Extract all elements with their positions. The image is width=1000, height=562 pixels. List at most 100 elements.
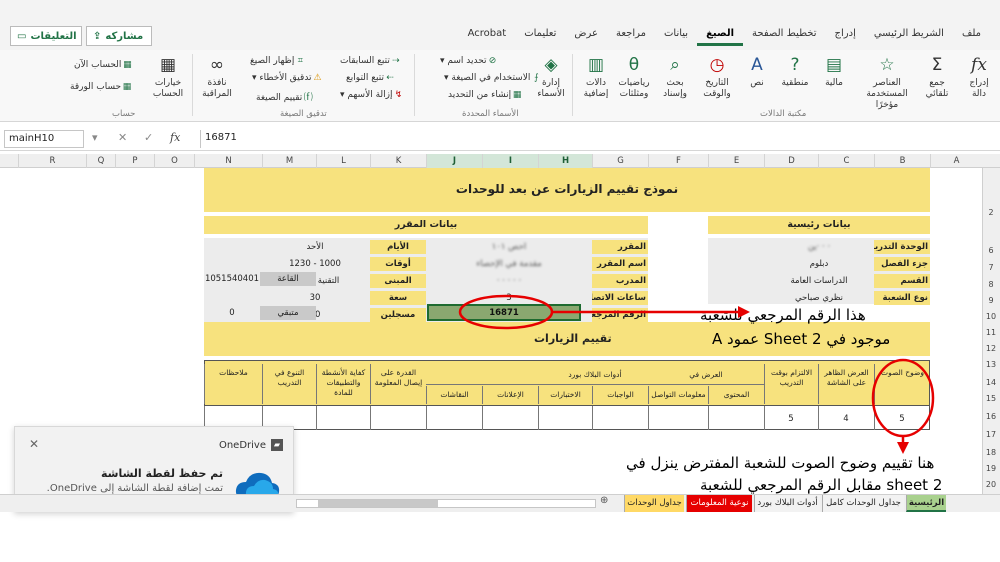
column-header-o[interactable]: O bbox=[154, 154, 194, 168]
row-header[interactable]: 9 bbox=[982, 296, 1000, 305]
schedule-value[interactable]: الأحد bbox=[262, 240, 368, 254]
row-header[interactable]: 16 bbox=[982, 412, 1000, 421]
add-sheet-icon[interactable]: ⊕ bbox=[600, 495, 608, 506]
row-header[interactable]: 11 bbox=[982, 328, 1000, 337]
column-header-a[interactable]: A bbox=[930, 154, 982, 168]
namebox-dropdown-icon[interactable]: ▾ bbox=[92, 131, 98, 144]
course-value[interactable]: 3 bbox=[426, 291, 592, 305]
sheet-tab[interactable]: أدوات البلاك بورد bbox=[754, 495, 820, 512]
eval-score[interactable]: 4 bbox=[818, 412, 874, 426]
sheet-tab[interactable]: نوعية المعلومات bbox=[686, 495, 752, 512]
evaluate-formula-button[interactable]: ⒡تقييم الصيغة bbox=[256, 90, 314, 103]
share-button[interactable]: ⇪ مشاركه bbox=[86, 26, 152, 46]
error-checking-button[interactable]: ⚠تدقيق الأخطاء ▾ bbox=[252, 73, 324, 83]
schedule-value[interactable]: 30 bbox=[262, 291, 368, 305]
sheet-tab[interactable]: جداول الوحدات bbox=[624, 495, 684, 512]
fx-icon[interactable]: fx bbox=[170, 131, 180, 144]
column-header-p[interactable]: P bbox=[115, 154, 154, 168]
column-header-e[interactable]: E bbox=[708, 154, 764, 168]
row-header[interactable]: 8 bbox=[982, 280, 1000, 289]
tab-data[interactable]: بيانات bbox=[655, 26, 697, 46]
column-header-f[interactable]: F bbox=[648, 154, 708, 168]
close-icon[interactable]: ✕ bbox=[29, 437, 39, 451]
tab-home[interactable]: الشريط الرئيسي bbox=[865, 26, 953, 46]
tab-insert[interactable]: إدراج bbox=[826, 26, 865, 46]
calculation-options-button[interactable]: ▦ خيارات الحساب bbox=[146, 54, 190, 100]
tab-file[interactable]: ملف bbox=[953, 26, 990, 46]
column-header-r[interactable]: R bbox=[18, 154, 86, 168]
schedule-value[interactable]: 1000 - 1230 bbox=[262, 257, 368, 271]
recently-used-button[interactable]: ☆ العناصر المستخدمة مؤخرًا bbox=[858, 54, 916, 111]
lookup-button[interactable]: ⌕ بحث وإسناد bbox=[654, 54, 696, 100]
row-header[interactable]: 18 bbox=[982, 448, 1000, 457]
row-header[interactable]: 7 bbox=[982, 263, 1000, 272]
sheet-tab[interactable]: جداول الوحدات كامل bbox=[822, 495, 904, 512]
row-header[interactable]: 12 bbox=[982, 344, 1000, 353]
scrollbar-thumb[interactable] bbox=[318, 500, 438, 507]
room-value[interactable]: 1051540401 bbox=[204, 272, 260, 286]
tab-review[interactable]: مراجعة bbox=[607, 26, 655, 46]
watch-window-button[interactable]: ∞ نافذة المراقبة bbox=[196, 54, 238, 100]
row-header[interactable]: 2 bbox=[982, 208, 1000, 217]
eval-score[interactable]: 5 bbox=[874, 412, 930, 426]
calculate-now-button[interactable]: ▦الحساب الآن bbox=[74, 60, 133, 70]
tab-view[interactable]: عرض bbox=[565, 26, 607, 46]
selected-cell-ref[interactable]: 16871 bbox=[427, 304, 581, 321]
create-from-selection-button[interactable]: ▦إنشاء من التحديد bbox=[448, 90, 523, 100]
insert-function-button[interactable]: fx إدراج دالة bbox=[962, 54, 996, 100]
column-header-c[interactable]: C bbox=[818, 154, 874, 168]
trace-precedents-button[interactable]: ⇢تتبع السابقات bbox=[340, 56, 402, 66]
row-header[interactable]: 14 bbox=[982, 378, 1000, 387]
row-header[interactable]: 15 bbox=[982, 394, 1000, 403]
enter-icon[interactable]: ✓ bbox=[144, 131, 153, 144]
main-value[interactable]: الدراسات العامة bbox=[764, 274, 874, 288]
more-functions-button[interactable]: ▥ دالات إضافية bbox=[576, 54, 616, 100]
row-header[interactable]: 13 bbox=[982, 360, 1000, 369]
row-header[interactable]: 19 bbox=[982, 464, 1000, 473]
course-value[interactable]: احص ١٠١ bbox=[426, 240, 592, 254]
use-in-formula-button[interactable]: ⨍الاستخدام في الصيغة ▾ bbox=[444, 73, 542, 83]
financial-button[interactable]: ▤ مالية bbox=[814, 54, 854, 89]
define-name-button[interactable]: ⊘تحديد اسم ▾ bbox=[440, 56, 499, 66]
name-box[interactable]: mainH10 bbox=[4, 130, 84, 148]
calculate-sheet-button[interactable]: ▦حساب الورقة bbox=[70, 82, 133, 92]
column-header-g[interactable]: G bbox=[592, 154, 648, 168]
tab-page-layout[interactable]: تخطيط الصفحة bbox=[743, 26, 826, 46]
column-header-i[interactable]: I bbox=[482, 154, 538, 168]
column-header-h[interactable]: H bbox=[538, 154, 592, 168]
sheet-tab[interactable]: الرئيسية bbox=[906, 495, 946, 512]
column-header-m[interactable]: M bbox=[262, 154, 316, 168]
trace-dependents-button[interactable]: ⇠تتبع التوابع bbox=[346, 73, 396, 83]
tab-formulas[interactable]: الصيغ bbox=[697, 26, 744, 46]
datetime-button[interactable]: ◷ التاريخ والوقت bbox=[696, 54, 738, 100]
main-value[interactable]: · · ·ين bbox=[764, 240, 874, 254]
autosum-button[interactable]: Σ جمع تلقائي bbox=[918, 54, 956, 100]
eval-score[interactable]: 5 bbox=[764, 412, 818, 426]
tab-help[interactable]: تعليمات bbox=[515, 26, 565, 46]
main-value[interactable]: دبلوم bbox=[764, 257, 874, 271]
row-header[interactable]: 20 bbox=[982, 480, 1000, 489]
text-functions-button[interactable]: A نص bbox=[740, 54, 774, 89]
column-header-d[interactable]: D bbox=[764, 154, 818, 168]
column-header-j[interactable]: J bbox=[426, 154, 482, 168]
formula-input[interactable]: 16871 bbox=[200, 130, 990, 148]
column-header-b[interactable]: B bbox=[874, 154, 930, 168]
course-value[interactable]: مقدمة في الإحصاء bbox=[426, 257, 592, 271]
main-value[interactable]: نظري صباحي bbox=[764, 291, 874, 305]
logical-button[interactable]: ? منطقية bbox=[776, 54, 814, 89]
math-button[interactable]: θ رياضيات ومثلثات bbox=[614, 54, 654, 100]
row-header[interactable]: 6 bbox=[982, 246, 1000, 255]
row-header[interactable]: 17 bbox=[982, 430, 1000, 439]
comments-button[interactable]: ▭ التعليقات bbox=[10, 26, 82, 46]
cancel-icon[interactable]: ✕ bbox=[118, 131, 127, 144]
tab-acrobat[interactable]: Acrobat bbox=[459, 26, 516, 46]
column-header-l[interactable]: L bbox=[316, 154, 370, 168]
remove-arrows-button[interactable]: ↯إزالة الأسهم ▾ bbox=[340, 90, 404, 100]
column-header-k[interactable]: K bbox=[370, 154, 426, 168]
remaining-value[interactable]: 0 bbox=[204, 306, 260, 320]
course-value[interactable]: · · · · · bbox=[426, 274, 592, 288]
show-formulas-button[interactable]: ⌗إظهار الصيغ bbox=[250, 56, 306, 66]
column-header-n[interactable]: N bbox=[194, 154, 262, 168]
row-header[interactable]: 10 bbox=[982, 312, 1000, 321]
column-header-q[interactable]: Q bbox=[86, 154, 115, 168]
